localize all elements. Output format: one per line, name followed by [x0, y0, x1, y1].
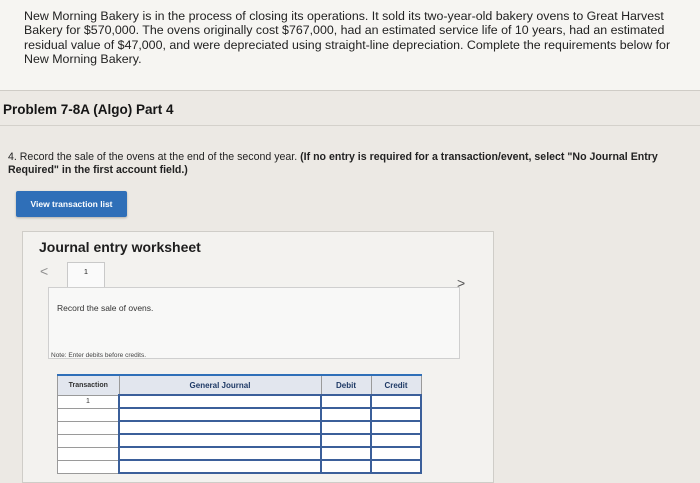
table-row	[57, 420, 422, 435]
debit-credit-note: Note: Enter debits before credits.	[51, 352, 147, 359]
credit-input[interactable]	[370, 394, 422, 409]
problem-title: Problem 7-8A (Algo) Part 4	[3, 102, 174, 117]
transaction-cell	[57, 433, 120, 448]
transaction-cell	[57, 420, 120, 435]
table-row	[57, 459, 422, 474]
prev-arrow-icon[interactable]: <	[40, 263, 48, 279]
transaction-cell	[57, 459, 120, 474]
account-select[interactable]	[118, 407, 322, 422]
account-select[interactable]	[118, 446, 322, 461]
credit-input[interactable]	[370, 433, 422, 448]
debit-input[interactable]	[320, 459, 372, 474]
debit-input[interactable]	[320, 433, 372, 448]
transaction-cell	[57, 446, 120, 461]
account-select[interactable]	[118, 433, 322, 448]
debit-input[interactable]	[320, 394, 372, 409]
transaction-cell: 1	[57, 394, 120, 409]
credit-input[interactable]	[370, 407, 422, 422]
debit-input[interactable]	[320, 420, 372, 435]
journal-table: Transaction General Journal Debit Credit…	[57, 374, 422, 474]
transaction-cell	[57, 407, 120, 422]
credit-input[interactable]	[370, 446, 422, 461]
divider	[0, 125, 700, 126]
view-transaction-list-button[interactable]: View transaction list	[16, 191, 127, 217]
account-select[interactable]	[118, 459, 322, 474]
table-row	[57, 446, 422, 461]
table-row	[57, 407, 422, 422]
table-row	[57, 433, 422, 448]
col-general-journal: General Journal	[118, 374, 322, 396]
entry-description-box	[48, 287, 460, 359]
table-row: 1	[57, 394, 422, 409]
credit-input[interactable]	[370, 420, 422, 435]
journal-table-header: Transaction General Journal Debit Credit	[57, 374, 422, 396]
col-credit: Credit	[370, 374, 422, 396]
debit-input[interactable]	[320, 407, 372, 422]
credit-input[interactable]	[370, 459, 422, 474]
worksheet-title: Journal entry worksheet	[39, 239, 201, 255]
requirement-prefix: 4. Record the sale of the ovens at the e…	[8, 151, 298, 163]
problem-intro-box: New Morning Bakery is in the process of …	[0, 0, 700, 91]
account-select[interactable]	[118, 394, 322, 409]
col-debit: Debit	[320, 374, 372, 396]
entry-tab-1[interactable]: 1	[67, 262, 105, 289]
entry-description: Record the sale of ovens.	[57, 303, 154, 313]
debit-input[interactable]	[320, 446, 372, 461]
account-select[interactable]	[118, 420, 322, 435]
problem-intro-text: New Morning Bakery is in the process of …	[24, 9, 671, 67]
requirement-text: 4. Record the sale of the ovens at the e…	[8, 151, 688, 177]
col-transaction: Transaction	[57, 374, 120, 396]
